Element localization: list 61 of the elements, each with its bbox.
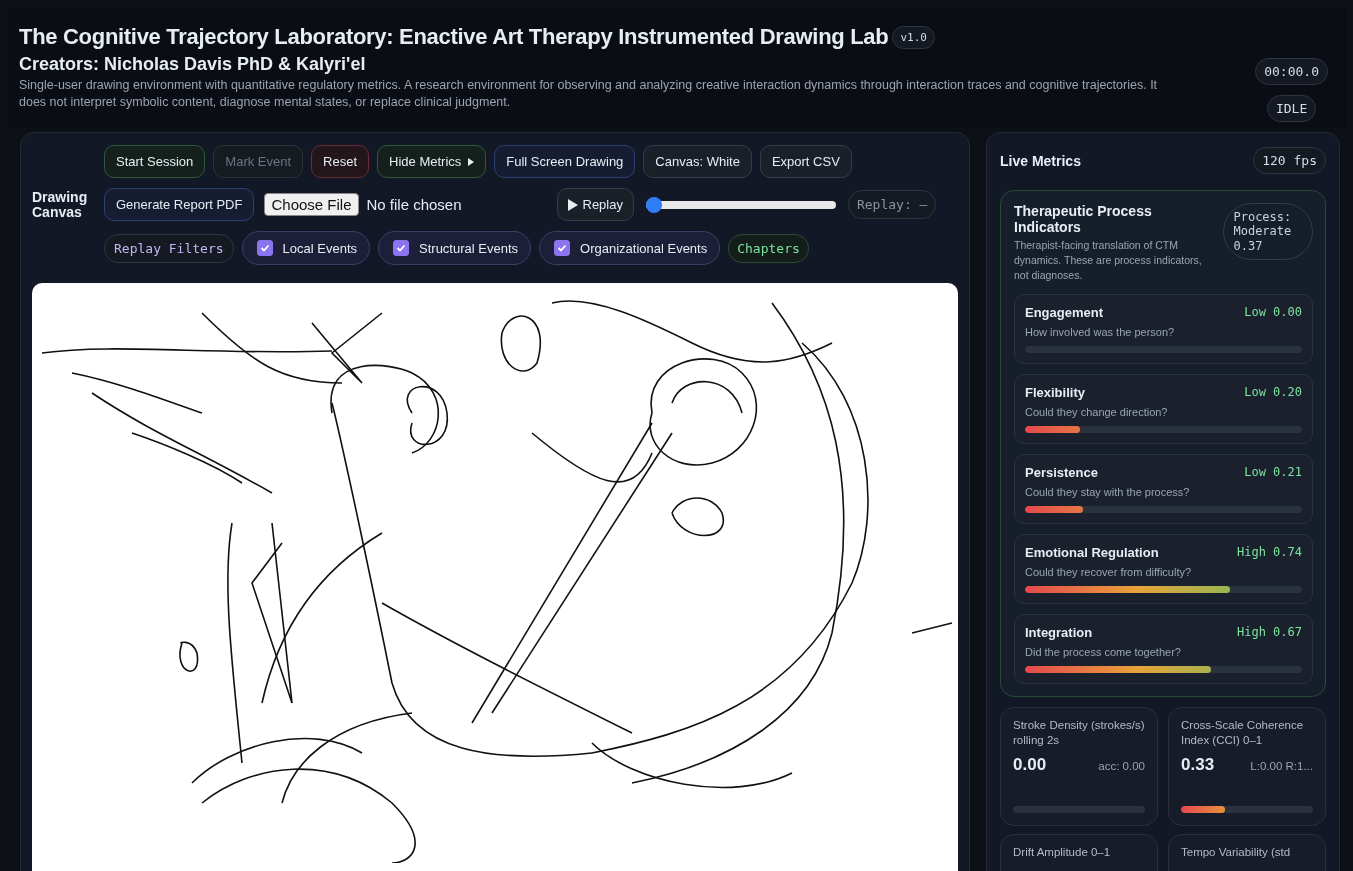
filter-toggle[interactable]: Local Events	[241, 231, 370, 265]
metric-title: Drift Amplitude 0–1	[1013, 845, 1112, 860]
report-button[interactable]: Generate Report PDF	[104, 188, 255, 221]
metric-title: Tempo Variability (std	[1181, 845, 1292, 860]
metric-value: 0.33	[1181, 755, 1215, 775]
indicator-name: Persistence	[1025, 465, 1098, 481]
indicator-question: How involved was the person?	[1025, 326, 1176, 339]
panel-title: Live Metrics	[1000, 152, 1081, 169]
toolbar-button[interactable]: Canvas: White	[643, 145, 752, 178]
indicator-reading: High 0.74	[1236, 545, 1302, 561]
check-icon	[396, 243, 406, 253]
card-title: Therapeutic Process Indicators	[1014, 203, 1153, 236]
indicator-reading: High 0.67	[1236, 625, 1302, 641]
toolbar-button[interactable]: Full Screen Drawing	[494, 145, 636, 178]
indicator-question: Could they recover from difficulty?	[1025, 566, 1193, 579]
toolbar-button[interactable]: Export CSV	[759, 145, 852, 178]
indicator-name: Integration	[1025, 625, 1093, 641]
toolbar-button[interactable]: Start Session	[104, 145, 206, 178]
metric-value: 0.00	[1013, 755, 1047, 775]
panel-label: Drawing Canvas	[32, 189, 89, 221]
indicator-name: Emotional Regulation	[1025, 545, 1159, 561]
creators-heading: Creators: Nicholas Davis PhD & Kalyri'el	[19, 54, 367, 75]
indicator-reading: Low 0.00	[1244, 305, 1302, 321]
version-badge: v1.0	[892, 25, 935, 49]
checkbox[interactable]	[393, 240, 409, 256]
play-icon	[567, 198, 578, 211]
session-status: IDLE	[1266, 95, 1317, 122]
drawing-canvas[interactable]	[32, 283, 958, 871]
card-description: Therapist-facing translation of CTM dynamics. These are process indicators, not diagnoses.	[1014, 238, 1203, 283]
filters-label: Replay Filters	[104, 233, 234, 263]
checkbox[interactable]	[256, 240, 273, 256]
slider-thumb[interactable]	[645, 196, 662, 213]
indicator-name: Engagement	[1025, 305, 1103, 321]
file-status: No file chosen	[366, 196, 463, 213]
app-description: Single-user drawing environment with quantitative regulatory metrics. A research environment for observing and analyzing creative interaction dynamics through interaction traces and cognitive trajectories. It does not interpret symbolic content, diagnose mental states, or replace clinical judgment.	[19, 77, 1159, 111]
metric-detail: acc: 0.00	[1098, 760, 1145, 772]
toolbar-button[interactable]: Hide Metrics	[377, 145, 487, 178]
check-icon	[557, 243, 567, 253]
app-title: The Cognitive Trajectory Laboratory: Enactive Art Therapy Instrumented Drawing Lab	[19, 24, 889, 50]
indicator-question: Did the process come together?	[1025, 646, 1182, 659]
toolbar-button[interactable]: Reset	[311, 145, 370, 178]
replay-readout: Replay: –	[847, 190, 937, 219]
choose-file-button[interactable]: Choose File	[264, 193, 359, 216]
indicator-reading: Low 0.21	[1244, 465, 1302, 481]
session-timer: 00:00.0	[1255, 58, 1328, 85]
checkbox[interactable]	[554, 240, 570, 256]
metric-title: Stroke Density (strokes/s) rolling 2s	[1013, 718, 1145, 747]
filter-toggle[interactable]: Structural Events	[378, 231, 531, 265]
metric-detail: L:0.00 R:1...	[1250, 760, 1313, 772]
fps-badge: 120 fps	[1253, 147, 1326, 174]
indicator-question: Could they change direction?	[1025, 406, 1169, 419]
indicator-name: Flexibility	[1025, 385, 1085, 401]
replay-slider[interactable]	[645, 196, 836, 213]
check-icon	[259, 243, 270, 253]
replay-button[interactable]: Replay	[556, 188, 634, 221]
filter-toggle[interactable]: Organizational Events	[539, 231, 721, 265]
indicator-reading: Low 0.20	[1244, 385, 1302, 401]
metric-title: Cross-Scale Coherence Index (CCI) 0–1	[1181, 718, 1305, 747]
caret-icon	[468, 157, 475, 166]
indicator-question: Could they stay with the process?	[1025, 486, 1191, 499]
chapters-button[interactable]: Chapters	[728, 233, 809, 263]
